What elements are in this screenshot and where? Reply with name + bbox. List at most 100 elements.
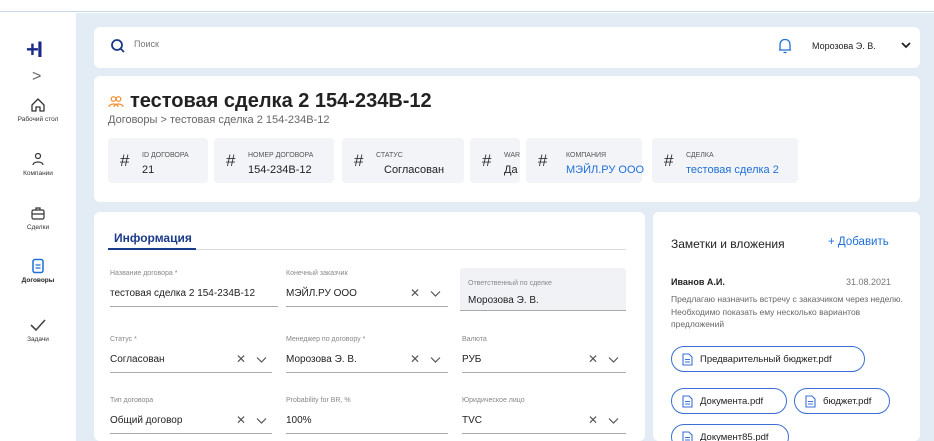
field-label: Probability for BR, % — [286, 397, 351, 404]
hash-icon: # — [354, 151, 364, 170]
notes-panel: Заметки и вложения + Добавить Иванов А.И… — [653, 212, 920, 441]
stat-deal: # СДЕЛКА тестовая сделка 2 — [652, 138, 798, 183]
responsible-field: Ответственный по сделке Морозова Э. В. — [460, 268, 626, 311]
clear-icon[interactable]: ✕ — [588, 352, 598, 366]
hash-icon: # — [226, 151, 236, 170]
hash-icon: # — [538, 151, 548, 170]
sidebar-item-tasks[interactable]: Задачи — [0, 317, 76, 343]
add-note-button[interactable]: + Добавить — [828, 236, 889, 248]
file-icon — [682, 431, 693, 441]
chevron-down-icon[interactable] — [256, 417, 267, 425]
chevron-down-icon[interactable] — [256, 356, 267, 364]
hash-icon: # — [482, 151, 492, 170]
attachment-chip[interactable]: Предварительный бюджет.pdf — [671, 346, 865, 372]
chevron-down-icon[interactable] — [430, 290, 441, 298]
note-date: 31.08.2021 — [846, 277, 892, 287]
hash-icon: # — [664, 151, 674, 170]
search-input[interactable] — [134, 39, 434, 49]
page-title: тестовая сделка 2 154-234В-12 — [130, 90, 432, 112]
note-author: Иванов А.И. — [671, 277, 725, 287]
sidebar-item-dashboard[interactable]: Рабочий стол — [0, 97, 76, 123]
field-label: Ответственный по сделке — [468, 280, 552, 287]
note-text: Предлагаю назначить встречу с заказчиком… — [671, 294, 903, 329]
info-panel: Информация Название договора * тестовая … — [94, 212, 645, 441]
briefcase-icon — [31, 207, 45, 220]
manager-select[interactable]: Менеджер по договору * Морозова Э. В. ✕ — [286, 336, 448, 376]
attachment-chip[interactable]: бюджет.pdf — [794, 388, 890, 414]
attachment-chip[interactable]: Документа.pdf — [671, 388, 787, 414]
stat-label: СТАТУС — [376, 152, 403, 159]
stat-label: СДЕЛКА — [686, 152, 714, 159]
field-label: Название договора * — [110, 270, 178, 277]
company-icon — [32, 152, 44, 166]
document-icon — [32, 258, 44, 274]
contract-header: тестовая сделка 2 154-234В-12 Договоры >… — [94, 76, 920, 202]
sidebar: +I > Рабочий стол Компании Сделки Догово… — [0, 13, 76, 441]
legal-entity-select[interactable]: Юридическое лицо TVC ✕ — [462, 397, 626, 437]
user-name[interactable]: Морозова Э. В. — [812, 41, 876, 51]
status-select[interactable]: Статус * Согласован ✕ — [110, 336, 272, 376]
file-icon — [682, 353, 693, 366]
field-label: Конечный заказчик — [286, 270, 348, 277]
stat-label: WAR — [504, 152, 521, 159]
sidebar-item-label: Договоры — [21, 277, 55, 284]
stat-value: 21 — [142, 164, 155, 176]
field-value: РУБ — [462, 354, 482, 365]
sidebar-item-label: Задачи — [27, 336, 49, 343]
notes-title: Заметки и вложения — [671, 237, 785, 251]
sidebar-item-contracts[interactable]: Договоры — [0, 258, 76, 284]
search-icon[interactable] — [110, 38, 126, 54]
deal-link[interactable]: тестовая сделка 2 — [686, 164, 779, 176]
check-icon — [30, 319, 46, 332]
stat-contract-number: # НОМЕР ДОГОВОРА 154-234В-12 — [214, 138, 334, 183]
sidebar-item-companies[interactable]: Компании — [0, 151, 76, 177]
attachment-chip[interactable]: Документ85.pdf — [671, 424, 789, 441]
field-value: МЭЙЛ.РУ ООО — [286, 288, 357, 299]
attachment-name: Документ85.pdf — [700, 432, 769, 441]
active-tab-indicator — [108, 248, 196, 250]
end-customer-select[interactable]: Конечный заказчик МЭЙЛ.РУ ООО ✕ — [286, 270, 448, 310]
stat-company: # КОМПАНИЯ МЭЙЛ.РУ ООО — [526, 138, 644, 183]
clear-icon[interactable]: ✕ — [410, 286, 420, 300]
stat-label: ID ДОГОВОРА — [142, 152, 189, 159]
stat-value: Да — [504, 164, 518, 176]
chevron-down-icon[interactable] — [900, 39, 912, 51]
sidebar-item-label: Сделки — [26, 224, 50, 231]
chevron-down-icon[interactable] — [608, 356, 619, 364]
stat-contract-id: # ID ДОГОВОРА 21 — [108, 138, 208, 183]
attachment-name: Документа.pdf — [700, 396, 764, 407]
field-value: 100% — [286, 415, 312, 426]
field-value: тестовая сделка 2 154-234В-12 — [110, 288, 256, 299]
stat-label: КОМПАНИЯ — [566, 152, 607, 159]
breadcrumb[interactable]: Договоры > тестовая сделка 2 154-234В-12 — [108, 114, 330, 126]
attachment-name: бюджет.pdf — [823, 396, 872, 407]
hash-icon: # — [120, 151, 130, 170]
clear-icon[interactable]: ✕ — [410, 352, 420, 366]
clear-icon[interactable]: ✕ — [588, 413, 598, 427]
home-icon — [31, 98, 45, 112]
contract-name-field[interactable]: Название договора * тестовая сделка 2 15… — [110, 270, 278, 310]
sidebar-item-label: Компании — [23, 170, 53, 177]
probability-input[interactable]: Probability for BR, % 100% — [286, 397, 448, 437]
field-value: Общий договор — [110, 415, 183, 426]
tab-information[interactable]: Информация — [114, 231, 192, 245]
bell-icon[interactable] — [778, 37, 792, 55]
field-value: Морозова Э. В. — [468, 295, 539, 306]
chevron-down-icon[interactable] — [430, 356, 441, 364]
stat-war: # WAR Да — [470, 138, 520, 183]
sidebar-item-deals[interactable]: Сделки — [0, 205, 76, 231]
top-bar: Морозова Э. В. — [94, 27, 920, 68]
chevron-down-icon[interactable] — [608, 417, 619, 425]
field-value: Морозова Э. В. — [286, 354, 357, 365]
stat-status: # СТАТУС Согласован — [342, 138, 464, 183]
app-logo[interactable]: +I — [26, 37, 43, 63]
contract-type-select[interactable]: Тип договора Общий договор ✕ — [110, 397, 272, 437]
attachment-name: Предварительный бюджет.pdf — [700, 354, 832, 365]
clear-icon[interactable]: ✕ — [236, 413, 246, 427]
company-link[interactable]: МЭЙЛ.РУ ООО — [566, 164, 644, 176]
clear-icon[interactable]: ✕ — [236, 352, 246, 366]
sidebar-item-label: Рабочий стол — [17, 116, 59, 123]
currency-select[interactable]: Валюта РУБ ✕ — [462, 336, 626, 376]
field-label: Валюта — [462, 336, 487, 343]
sidebar-expand-icon[interactable]: > — [32, 68, 41, 86]
